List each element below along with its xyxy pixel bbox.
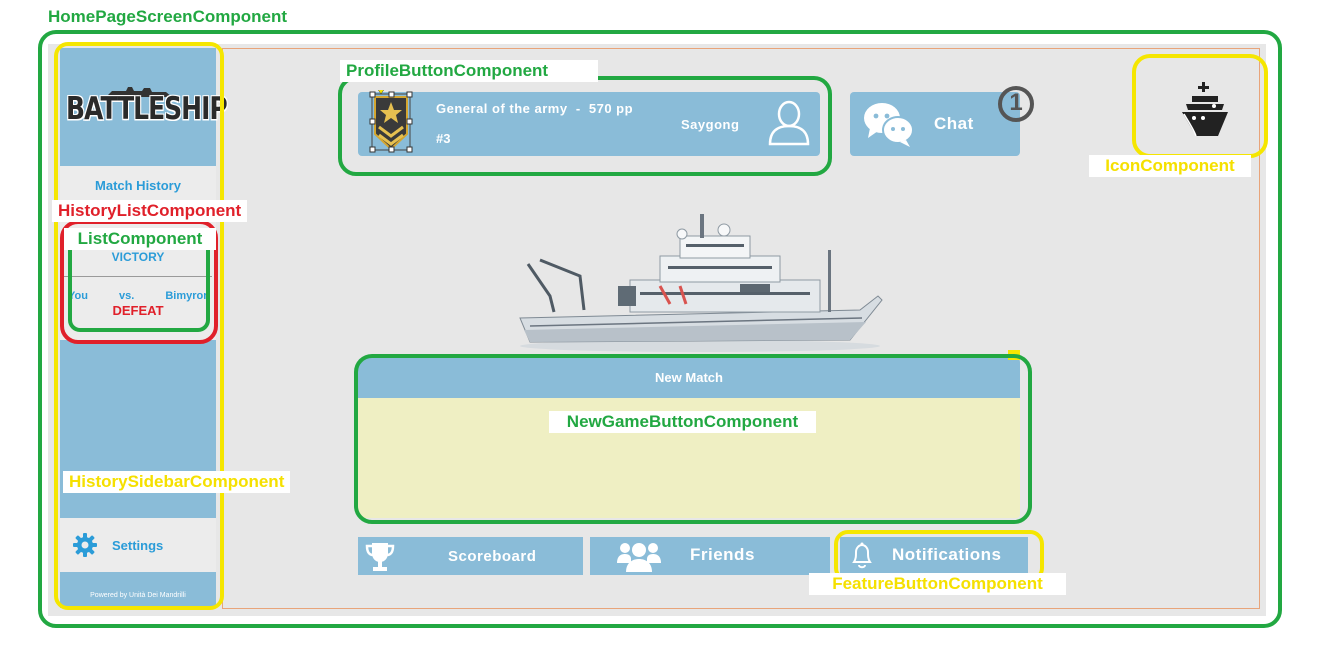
label-icon: IconComponent <box>1089 155 1251 177</box>
new-game-button-outline <box>354 354 1032 524</box>
label-list: ListComponent <box>64 228 216 250</box>
label-home-page-screen: HomePageScreenComponent <box>42 6 293 28</box>
label-history-sidebar: HistorySidebarComponent <box>63 471 291 493</box>
icon-outline <box>1132 54 1268 158</box>
label-new-game-button: NewGameButtonComponent <box>549 411 816 433</box>
label-feature-button: FeatureButtonComponent <box>809 573 1066 595</box>
profile-button-outline <box>338 76 832 176</box>
label-profile-button: ProfileButtonComponent <box>340 60 598 82</box>
label-history-list: HistoryListComponent <box>52 200 248 222</box>
